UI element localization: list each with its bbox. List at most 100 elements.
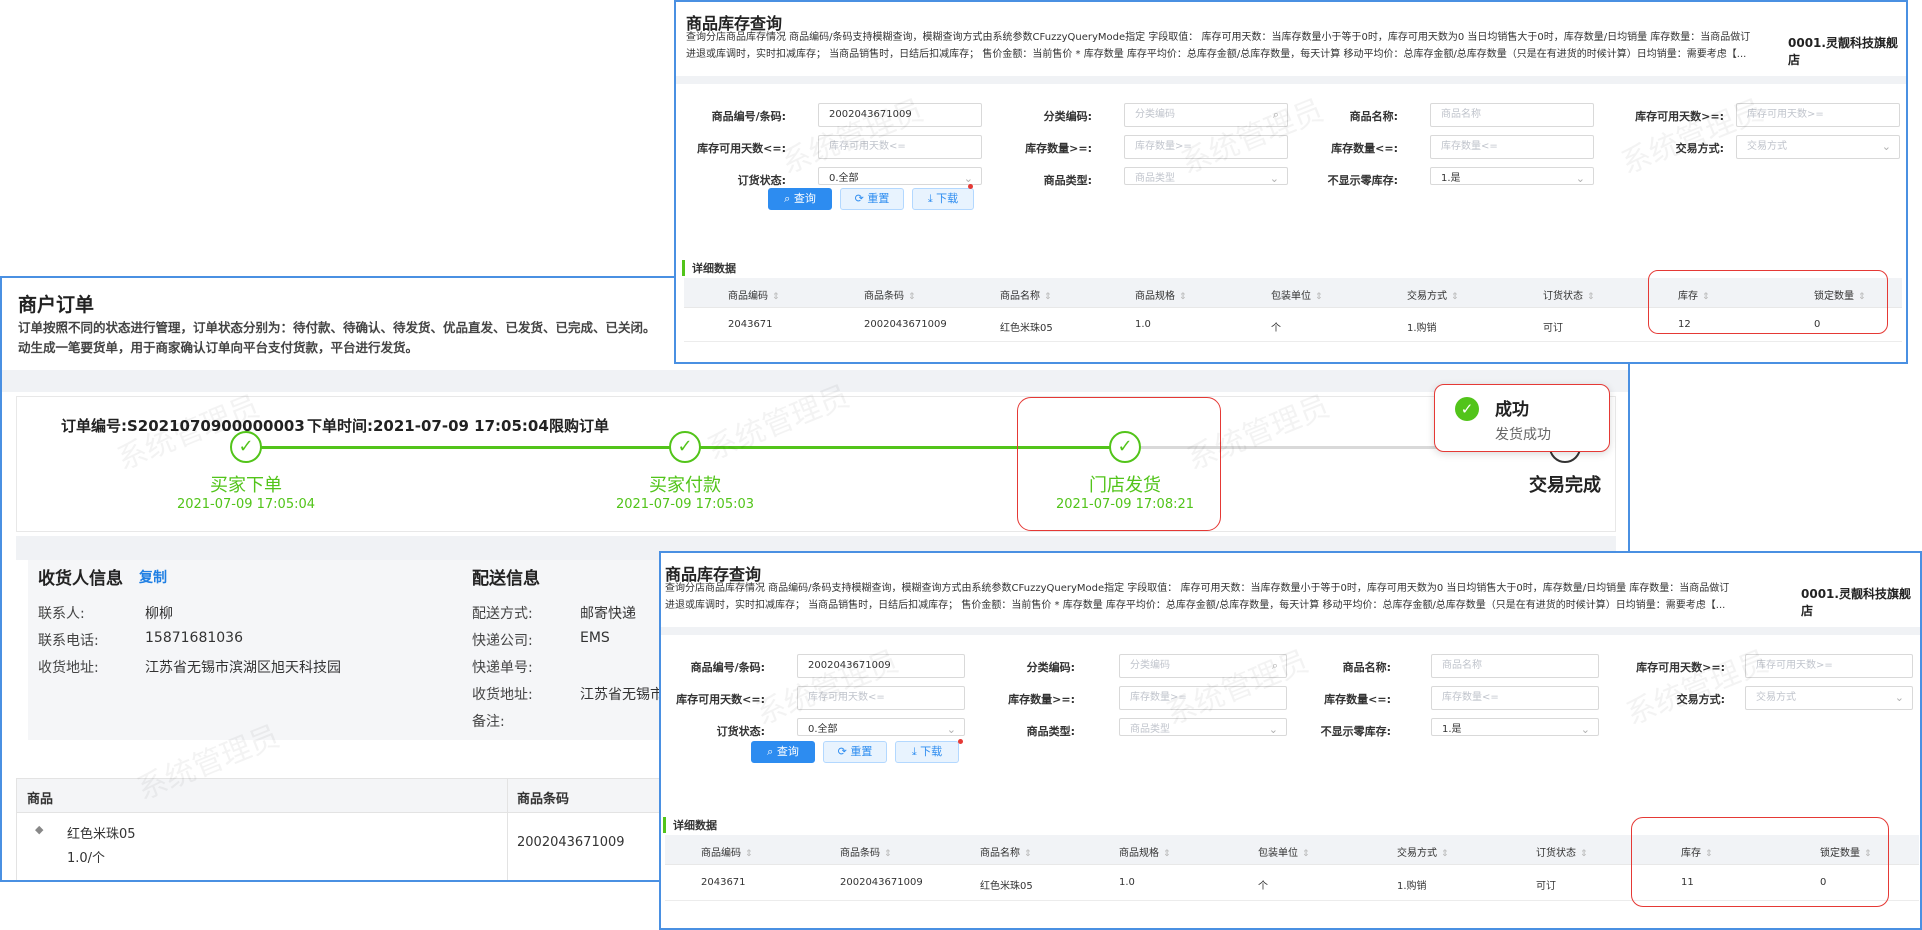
receiver-heading: 收货人信息 [38, 569, 123, 589]
filter-label: 库存可用天数>=: [1635, 110, 1724, 123]
tracking-label: 快递单号: [472, 660, 533, 676]
reset-button[interactable]: ⟳ 重置 [840, 188, 904, 210]
chevron-down-icon: ⌄ [1894, 691, 1904, 704]
filter-label: 商品名称: [1349, 110, 1398, 123]
delivery-address-value: 江苏省无锡市 [580, 687, 664, 703]
sort-icon: ⇕ [1451, 292, 1459, 302]
shop-name: 0001.灵靓科技旗舰店 [1788, 36, 1898, 67]
chevron-down-icon: ⌄ [963, 172, 973, 185]
check-icon: ✓ [669, 431, 701, 463]
cell: 个 [1258, 881, 1268, 892]
filter-label: 库存数量>=: [1008, 693, 1075, 706]
delivery-address-label: 收货地址: [472, 687, 533, 703]
notification-dot [968, 184, 973, 189]
toast-title: 成功 [1495, 400, 1529, 420]
column-divider [507, 813, 508, 880]
page-description: 查询分店商品库存情况 商品编码/条码支持模糊查询，模糊查询方式由系统参数CFuz… [665, 580, 1775, 614]
chevron-down-icon: ⌄ [1268, 723, 1278, 736]
column-divider [507, 779, 508, 813]
hide-zero-stock-select[interactable]: 1.是 ⌄ [1431, 718, 1599, 736]
sort-icon: ⇕ [1163, 849, 1171, 859]
filter-label: 不显示零库存: [1320, 725, 1391, 738]
cell: 2002043671009 [840, 877, 923, 888]
highlight-box [1648, 270, 1888, 334]
sort-icon: ⇕ [884, 849, 892, 859]
product-name: 红色米珠05 [67, 827, 136, 842]
category-input[interactable]: 分类编码 ⌕ [1119, 654, 1287, 678]
step-label: 交易完成 [1529, 475, 1601, 496]
order-status-select[interactable]: 0.全部 ⌄ [818, 167, 982, 185]
filter-label: 不显示零库存: [1327, 174, 1398, 187]
info-section [28, 560, 668, 740]
divider-band [676, 76, 1906, 84]
description-line: 订单按照不同的状态进行管理，订单状态分别为：待付款、待确认、待发货、优品直发、已… [18, 320, 656, 335]
stock-qty-max-input[interactable]: 库存数量<= [1431, 686, 1599, 710]
download-button[interactable]: ⤓ 下载 [895, 741, 959, 763]
download-button[interactable]: ⤓ 下载 [912, 188, 974, 210]
trade-mode-select[interactable]: 交易方式 ⌄ [1745, 686, 1913, 710]
filter-label: 库存可用天数<=: [697, 142, 786, 155]
search-icon: ⌕ [1271, 659, 1278, 672]
cell: 1.0 [1135, 319, 1151, 330]
phone-value: 15871681036 [145, 630, 243, 646]
sort-icon: ⇕ [745, 849, 753, 859]
contact-value: 柳柳 [145, 606, 173, 622]
chevron-down-icon: ⌄ [1575, 172, 1585, 185]
query-button[interactable]: ⌕ 查询 [751, 741, 815, 763]
phone-label: 联系电话: [38, 633, 99, 649]
stock-days-min-input[interactable]: 库存可用天数>= [1745, 654, 1913, 678]
sort-icon: ⇕ [1315, 292, 1323, 302]
sort-icon: ⇕ [1580, 849, 1588, 859]
shop-name: 0001.灵靓科技旗舰店 [1801, 587, 1911, 618]
description-line: 动生成一笔要货单，用于商家确认订单向平台支付货款，平台进行发货。 [18, 340, 419, 355]
sort-icon: ⇕ [1441, 849, 1449, 859]
product-code-input[interactable]: 2002043671009 [818, 103, 982, 127]
cell: 1.购销 [1407, 323, 1437, 334]
product-name-input[interactable]: 商品名称 [1431, 654, 1599, 678]
cell: 2043671 [701, 877, 746, 888]
page-title: 商户订单 [18, 294, 95, 316]
filter-label: 库存数量<=: [1331, 142, 1398, 155]
product-table: 商品 商品条码 ◆ 红色米珠05 1.0/个 2002043671009 [16, 778, 676, 880]
progress-line-done [231, 446, 671, 449]
stock-days-min-input[interactable]: 库存可用天数>= [1736, 103, 1900, 127]
copy-link[interactable]: 复制 [139, 567, 167, 587]
sort-icon: ⇕ [1044, 292, 1052, 302]
page-description: 订单按照不同的状态进行管理，订单状态分别为：待付款、待确认、待发货、优品直发、已… [18, 318, 678, 358]
product-type-select[interactable]: 商品类型 ⌄ [1119, 718, 1287, 736]
stock-qty-min-input[interactable]: 库存数量>= [1119, 686, 1287, 710]
product-name-input[interactable]: 商品名称 [1430, 103, 1594, 127]
express-company-value: EMS [580, 630, 610, 646]
sort-icon: ⇕ [1587, 292, 1595, 302]
filter-label: 商品类型: [1026, 725, 1075, 738]
sort-icon: ⇕ [1179, 292, 1187, 302]
column-header: 商品条码 ⇕ [864, 291, 916, 302]
product-code-input[interactable]: 2002043671009 [797, 654, 965, 678]
stock-qty-min-input[interactable]: 库存数量>= [1124, 135, 1288, 159]
column-header: 订货状态 ⇕ [1536, 848, 1588, 859]
product-type-select[interactable]: 商品类型 ⌄ [1124, 167, 1288, 185]
stock-days-max-input[interactable]: 库存可用天数<= [797, 686, 965, 710]
filter-label: 交易方式: [1676, 693, 1725, 706]
cell: 红色米珠05 [980, 881, 1033, 892]
table-header: 商品 商品条码 [17, 779, 675, 813]
category-input[interactable]: 分类编码 ⌕ [1124, 103, 1288, 127]
highlight-box [1017, 397, 1221, 531]
order-status-select[interactable]: 0.全部 ⌄ [797, 718, 965, 736]
reset-button[interactable]: ⟳ 重置 [823, 741, 887, 763]
stock-qty-max-input[interactable]: 库存数量<= [1430, 135, 1594, 159]
query-button[interactable]: ⌕ 查询 [768, 188, 832, 210]
hide-zero-stock-select[interactable]: 1.是 ⌄ [1430, 167, 1594, 185]
column-header: 商品编码 ⇕ [701, 848, 753, 859]
section-title: 详细数据 [663, 817, 717, 833]
filter-label: 交易方式: [1675, 142, 1724, 155]
description-line: 查询分店商品库存情况 商品编码/条码支持模糊查询，模糊查询方式由系统参数CFuz… [665, 583, 1730, 594]
column-header: 商品规格 ⇕ [1135, 291, 1187, 302]
success-toast: ✓ 成功 发货成功 [1434, 384, 1610, 452]
inventory-query-panel-bottom: 商品库存查询 查询分店商品库存情况 商品编码/条码支持模糊查询，模糊查询方式由系… [659, 551, 1922, 930]
order-time: 下单时间:2021-07-09 17:05:04 [307, 417, 549, 435]
stock-days-max-input[interactable]: 库存可用天数<= [818, 135, 982, 159]
cell: 可订 [1543, 323, 1563, 334]
column-header: 交易方式 ⇕ [1397, 848, 1449, 859]
trade-mode-select[interactable]: 交易方式 ⌄ [1736, 135, 1900, 159]
